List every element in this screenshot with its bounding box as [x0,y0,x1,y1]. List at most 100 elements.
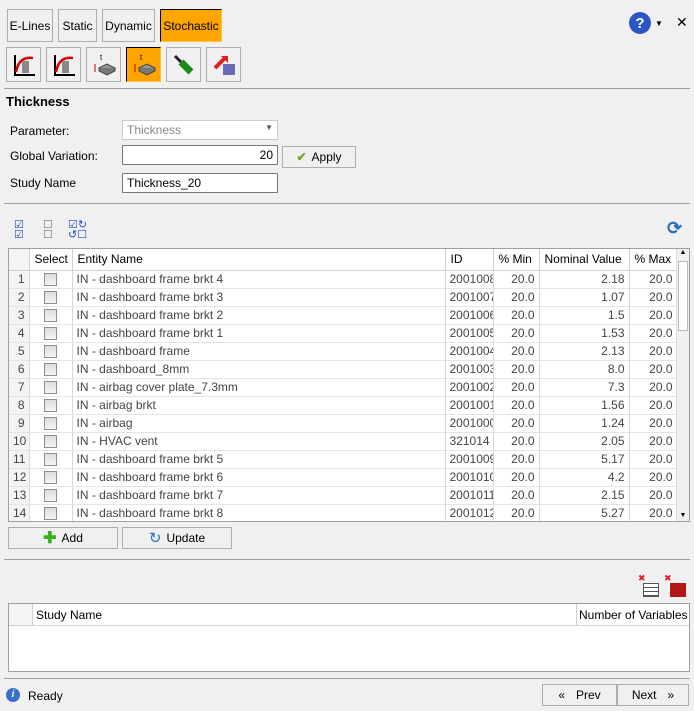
table-row[interactable]: 2 IN - dashboard frame brkt 3 2001007 20.0 1… [9,288,678,307]
nominal-value[interactable]: 4.2 [539,468,630,487]
min-percent[interactable]: 20.0 [493,378,540,397]
table-row[interactable]: 9 IN - airbag 2001000 20.0 1.24 20.0 [9,414,678,433]
select-checkbox[interactable] [29,288,73,307]
nominal-value[interactable]: 1.07 [539,288,630,307]
parameter-select[interactable]: Thickness ▼ [122,120,278,140]
table-row[interactable]: 5 IN - dashboard frame 2001004 20.0 2.13 20.0 [9,342,678,361]
update-button[interactable]: ↻ Update [122,527,232,549]
select-checkbox[interactable] [29,270,73,289]
max-percent[interactable]: 20.0 [629,486,678,505]
min-percent[interactable]: 20.0 [493,468,540,487]
select-checkbox[interactable] [29,486,73,505]
max-percent[interactable]: 20.0 [629,342,678,361]
checkbox[interactable] [44,363,57,377]
next-button[interactable]: Next » [617,684,689,706]
help-button[interactable]: ? ▼ [629,12,663,34]
scroll-down-icon[interactable]: ▼ [677,512,689,519]
invert-selection-icon[interactable]: ☑↻ ↺☐ [68,220,87,241]
select-checkbox[interactable] [29,342,73,361]
deselect-all-icon[interactable]: ☐ ☐ [43,220,53,241]
min-percent[interactable]: 20.0 [493,342,540,361]
study-name-input[interactable]: Thickness_20 [122,173,278,193]
min-percent[interactable]: 20.0 [493,432,540,451]
table-row[interactable]: 7 IN - airbag cover plate_7.3mm 2001002 20.… [9,378,678,397]
screwdriver-button[interactable] [166,47,201,82]
min-percent[interactable]: 20.0 [493,414,540,433]
select-checkbox[interactable] [29,504,73,521]
select-checkbox[interactable] [29,414,73,433]
nominal-value[interactable]: 1.24 [539,414,630,433]
checkbox[interactable] [44,345,57,359]
table-row[interactable]: 10 IN - HVAC vent 321014 20.0 2.05 20.0 [9,432,678,451]
select-checkbox[interactable] [29,468,73,487]
max-percent[interactable]: 20.0 [629,306,678,325]
min-percent[interactable]: 20.0 [493,486,540,505]
col-study-name[interactable]: Study Name [33,604,577,625]
tab-stochastic[interactable]: Stochastic [160,9,222,42]
select-checkbox[interactable] [29,432,73,451]
max-percent[interactable]: 20.0 [629,360,678,379]
col-select[interactable]: Select [29,249,73,271]
max-percent[interactable]: 20.0 [629,450,678,469]
nominal-value[interactable]: 8.0 [539,360,630,379]
col-nominal[interactable]: Nominal Value [539,249,630,271]
checkbox[interactable] [44,489,57,503]
checkbox[interactable] [44,291,57,305]
table-row[interactable]: 12 IN - dashboard frame brkt 6 2001010 20.0… [9,468,678,487]
max-percent[interactable]: 20.0 [629,432,678,451]
min-percent[interactable]: 20.0 [493,288,540,307]
max-percent[interactable]: 20.0 [629,414,678,433]
max-percent[interactable]: 20.0 [629,396,678,415]
table-row[interactable]: 11 IN - dashboard frame brkt 5 2001009 20.0… [9,450,678,469]
nominal-value[interactable]: 1.53 [539,324,630,343]
min-percent[interactable]: 20.0 [493,270,540,289]
nominal-value[interactable]: 7.3 [539,378,630,397]
table-row[interactable]: 14 IN - dashboard frame brkt 8 2001012 20.0… [9,504,678,521]
checkbox[interactable] [44,471,57,485]
col-entity-name[interactable]: Entity Name [72,249,446,271]
select-checkbox[interactable] [29,324,73,343]
refresh-icon[interactable]: ⟳ [667,218,682,239]
nominal-value[interactable]: 2.05 [539,432,630,451]
thickness-stochastic-button[interactable]: t [126,47,161,82]
min-percent[interactable]: 20.0 [493,396,540,415]
min-percent[interactable]: 20.0 [493,450,540,469]
max-percent[interactable]: 20.0 [629,288,678,307]
checkbox[interactable] [44,453,57,467]
tab-static[interactable]: Static [58,9,97,42]
table-row[interactable]: 3 IN - dashboard frame brkt 2 2001006 20.0 1… [9,306,678,325]
max-percent[interactable]: 20.0 [629,270,678,289]
col-min[interactable]: % Min [493,249,540,271]
delete-study-icon[interactable]: ✖ [638,573,660,597]
max-percent[interactable]: 20.0 [629,324,678,343]
delete-all-studies-icon[interactable]: ✖ [664,573,688,597]
nominal-value[interactable]: 5.27 [539,504,630,521]
thickness-button[interactable]: t [86,47,121,82]
vertical-scrollbar[interactable]: ▲ ▼ [676,249,689,521]
checkbox[interactable] [44,399,57,413]
nominal-value[interactable]: 1.56 [539,396,630,415]
checkbox[interactable] [44,327,57,341]
max-percent[interactable]: 20.0 [629,504,678,521]
table-row[interactable]: 13 IN - dashboard frame brkt 7 2001011 20.0… [9,486,678,505]
prev-button[interactable]: « Prev [542,684,617,706]
col-max[interactable]: % Max [629,249,678,271]
tensile-test-curve-button[interactable] [46,47,81,82]
table-row[interactable]: 8 IN - airbag brkt 2001001 20.0 1.56 20.0 [9,396,678,415]
scroll-thumb[interactable] [678,261,688,331]
tab-dynamic[interactable]: Dynamic [102,9,155,42]
checkbox[interactable] [44,273,57,287]
table-row[interactable]: 6 IN - dashboard_8mm 2001003 20.0 8.0 20.0 [9,360,678,379]
max-percent[interactable]: 20.0 [629,468,678,487]
checkbox[interactable] [44,417,57,431]
max-percent[interactable]: 20.0 [629,378,678,397]
checkbox[interactable] [44,309,57,323]
select-checkbox[interactable] [29,396,73,415]
select-checkbox[interactable] [29,450,73,469]
col-id[interactable]: ID [445,249,494,271]
checkbox[interactable] [44,435,57,449]
checkbox[interactable] [44,381,57,395]
tensile-test-button[interactable] [6,47,41,82]
nominal-value[interactable]: 1.5 [539,306,630,325]
select-all-icon[interactable]: ☑ ☑ [14,220,24,241]
